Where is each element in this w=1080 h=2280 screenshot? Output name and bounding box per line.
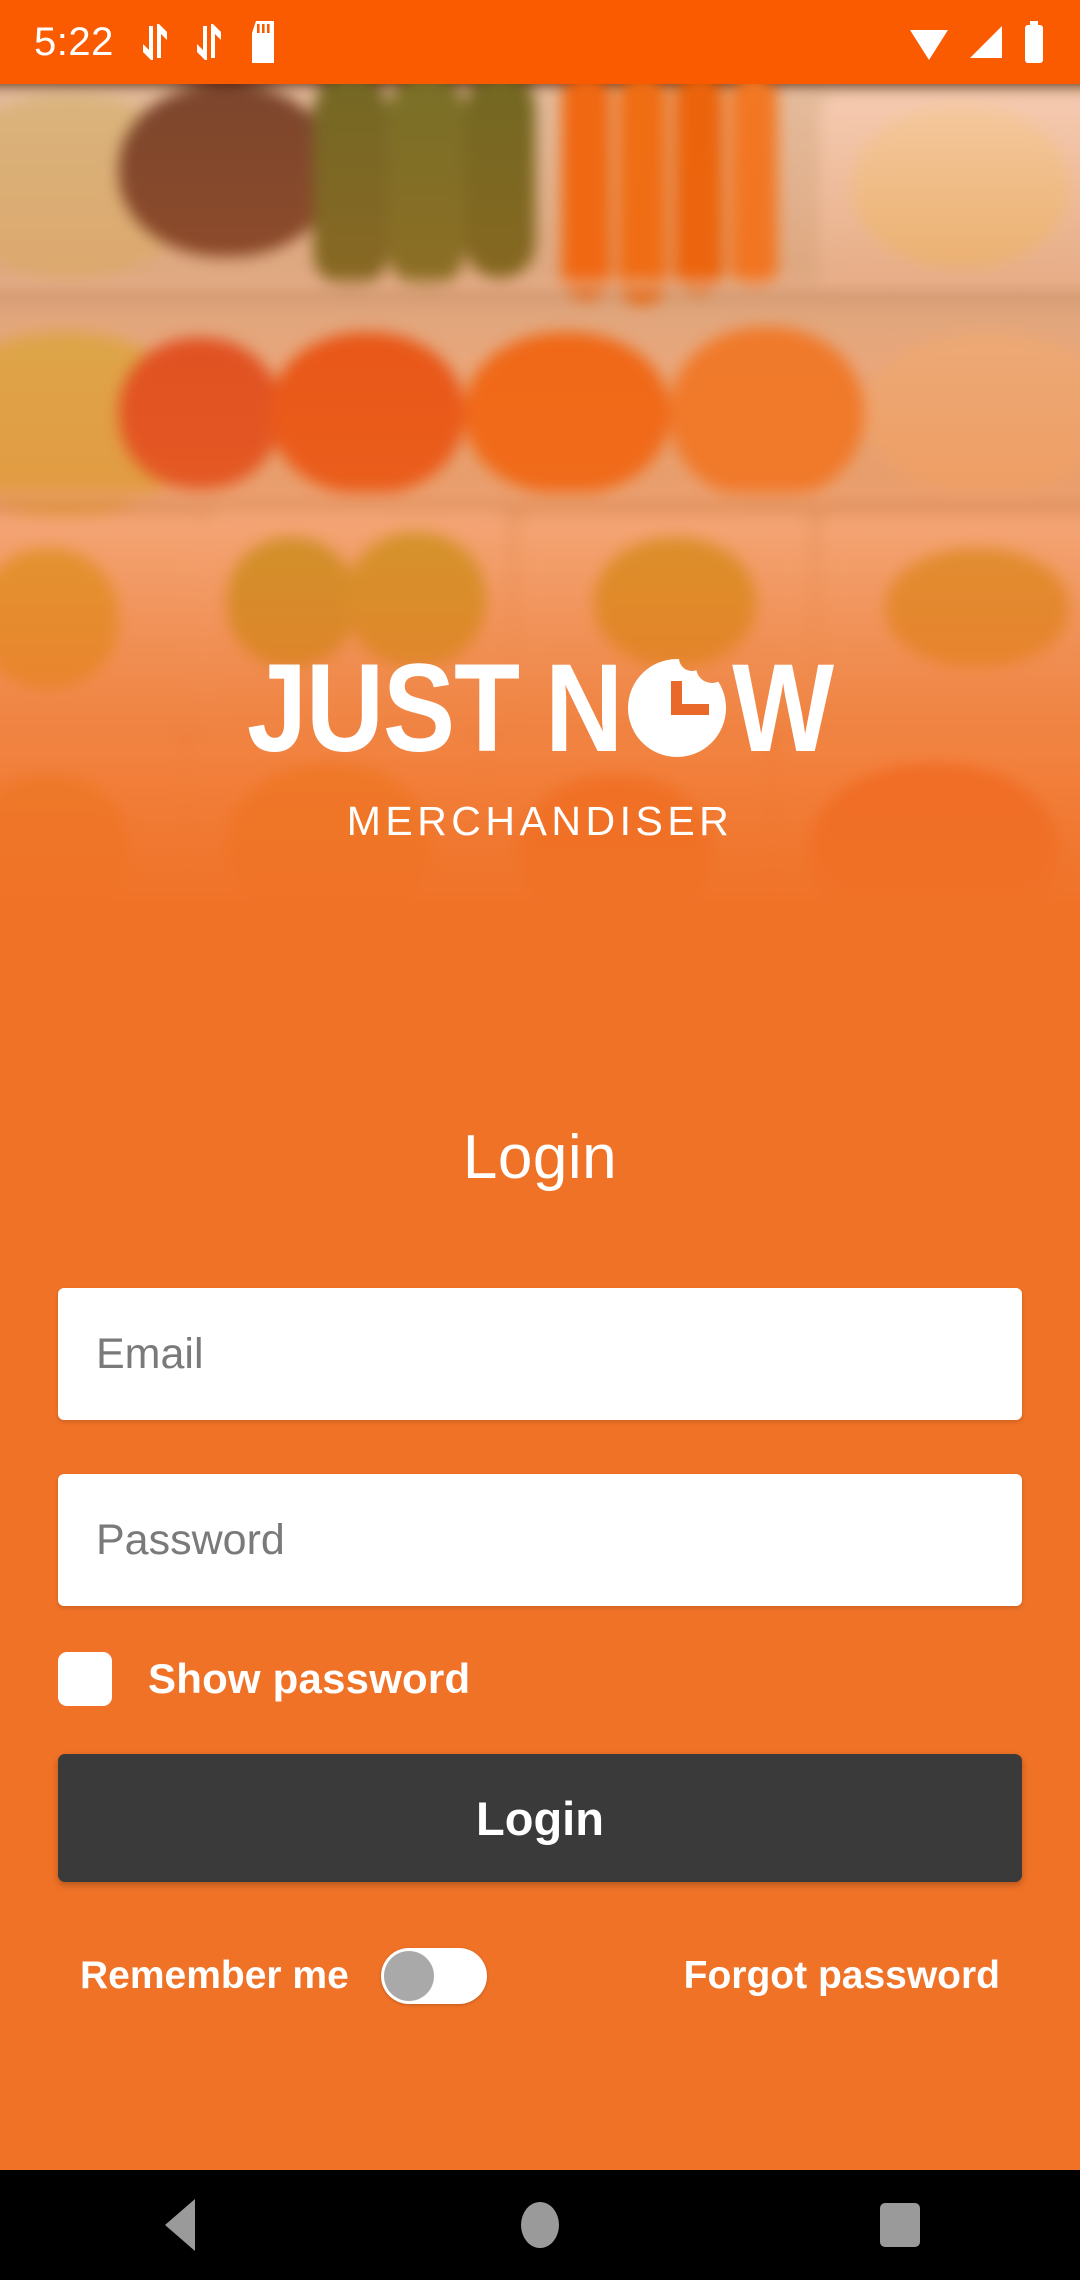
android-nav-bar <box>0 2170 1080 2280</box>
show-password-label: Show password <box>148 1655 471 1702</box>
status-bar-right-icons <box>908 21 1046 63</box>
data-transfer-icon <box>142 24 167 60</box>
home-nav-icon <box>521 2202 559 2248</box>
password-field[interactable] <box>58 1474 1022 1606</box>
status-bar-left-icons <box>140 21 908 63</box>
cellular-signal-icon <box>970 26 1002 58</box>
logo-word-just: JUST <box>246 637 520 778</box>
page-title: Login <box>462 1123 618 1192</box>
toggle-thumb <box>383 1951 434 2001</box>
login-footer-row: Remember me Forgot password <box>58 1948 1022 2004</box>
clock-bite-icon <box>624 655 730 761</box>
app-logo-wordmark: JUST N W <box>0 645 1080 770</box>
brand-subtitle: MERCHANDISER <box>346 798 734 844</box>
email-input[interactable] <box>96 1288 984 1420</box>
status-bar: 5:22 <box>0 0 1080 84</box>
remember-me-group[interactable]: Remember me <box>80 1948 487 2004</box>
login-form: Show password Login Remember me Forgot p… <box>58 1288 1022 2004</box>
nav-back-button[interactable] <box>90 2170 270 2280</box>
show-password-row[interactable]: Show password <box>58 1652 1022 1706</box>
nav-recents-button[interactable] <box>810 2170 990 2280</box>
battery-icon <box>1025 21 1043 63</box>
orange-overlay <box>0 84 1080 1044</box>
data-transfer-icon <box>196 24 221 60</box>
remember-me-toggle[interactable] <box>380 1948 487 2004</box>
wifi-icon <box>910 30 948 60</box>
nav-home-button[interactable] <box>450 2170 630 2280</box>
sd-card-icon <box>251 21 274 63</box>
status-bar-clock: 5:22 <box>34 19 114 64</box>
recents-nav-icon <box>880 2203 920 2247</box>
logo-letter-w: W <box>732 637 834 778</box>
remember-me-label: Remember me <box>80 1954 349 1997</box>
forgot-password-link[interactable]: Forgot password <box>684 1954 1000 1998</box>
show-password-checkbox[interactable] <box>58 1652 112 1706</box>
password-input[interactable] <box>96 1474 984 1606</box>
login-button[interactable]: Login <box>58 1754 1022 1882</box>
login-screen: 5:22 JUST N W MERCHANDISER Login Email P… <box>0 0 1080 2280</box>
brand-block: JUST N W MERCHANDISER <box>0 645 1080 845</box>
back-nav-icon <box>165 2199 195 2251</box>
logo-letter-n: N <box>545 637 623 778</box>
email-field[interactable] <box>58 1288 1022 1420</box>
